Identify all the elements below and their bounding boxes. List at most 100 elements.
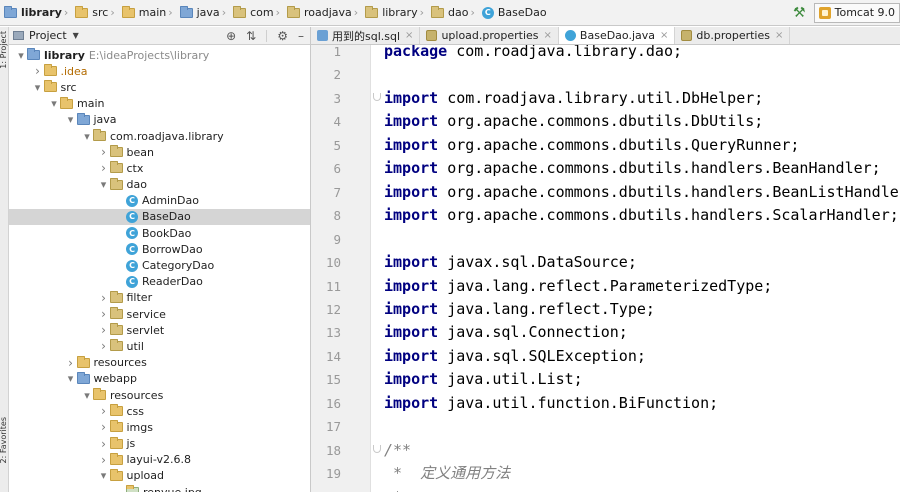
chevron-right-icon[interactable]: › (98, 420, 110, 434)
tree-item[interactable]: › imgs (9, 419, 310, 435)
favorites-tool-tab[interactable]: 2: Favorites (0, 417, 9, 463)
project-header-tools: ⊕ ⇅ ⚙ – (226, 29, 310, 43)
tree-item[interactable]: › layui-v2.6.8 (9, 452, 310, 468)
tree-item[interactable]: ▾ main (9, 96, 310, 112)
build-hammer-icon[interactable]: ⚒ (793, 5, 806, 21)
tree-item[interactable]: ▾ com.roadjava.library (9, 128, 310, 144)
project-view-title[interactable]: Project (29, 29, 67, 42)
code-editor[interactable]: 1234567891011121314151617181920 package … (311, 45, 900, 492)
chevron-down-icon[interactable]: ▾ (15, 49, 27, 62)
tree-item-label: renyue.jpg (143, 486, 202, 492)
chevron-down-icon[interactable]: ▾ (65, 372, 77, 385)
editor-tab[interactable]: BaseDao.java × (558, 27, 676, 44)
tree-item[interactable]: C CategoryDao (9, 257, 310, 273)
breadcrumb-item[interactable]: roadjava › (285, 0, 363, 25)
breadcrumb-item[interactable]: main › (120, 0, 178, 25)
code-line: import com.roadjava.library.util.DbHelpe… (384, 89, 763, 107)
tree-item[interactable]: › filter (9, 290, 310, 306)
tree-item[interactable]: ▾ src (9, 79, 310, 95)
tree-item[interactable]: › ctx (9, 160, 310, 176)
tree-item[interactable]: C ReaderDao (9, 274, 310, 290)
tree-item[interactable]: renyue.jpg (9, 484, 310, 492)
chevron-right-icon[interactable]: › (98, 161, 110, 175)
close-icon[interactable]: × (775, 30, 783, 41)
tree-item[interactable]: ▾ dao (9, 177, 310, 193)
code-text: org.apache.commons.dbutils.handlers.Bean… (438, 182, 900, 201)
code-line: import java.lang.reflect.ParameterizedTy… (384, 277, 772, 295)
fold-marker-icon[interactable] (373, 92, 381, 101)
collapse-all-icon[interactable]: ⇅ (246, 29, 256, 43)
chevron-right-icon[interactable]: › (98, 404, 110, 418)
close-icon[interactable]: × (405, 30, 413, 41)
chevron-right-icon[interactable]: › (98, 323, 110, 337)
folder-icon (43, 80, 57, 93)
breadcrumb-item[interactable]: com › (231, 0, 285, 25)
chevron-right-icon[interactable]: › (32, 64, 44, 78)
code-text: java.lang.reflect.ParameterizedType; (438, 276, 773, 295)
tree-item[interactable]: › resources (9, 355, 310, 371)
editor-tab[interactable]: db.properties × (675, 27, 791, 44)
editor-tab[interactable]: upload.properties × (420, 27, 559, 44)
tree-item[interactable]: › servlet (9, 322, 310, 338)
project-tool-tab[interactable]: 1: Project (0, 31, 9, 69)
close-icon[interactable]: × (660, 30, 668, 41)
line-number-gutter: 1234567891011121314151617181920 (311, 45, 381, 492)
chevron-right-icon: › (470, 6, 475, 19)
code-text: org.apache.commons.dbutils.handlers.Scal… (438, 206, 899, 225)
tree-item[interactable]: ▾ webapp (9, 371, 310, 387)
breadcrumb-item[interactable]: dao › (429, 0, 480, 25)
chevron-down-icon[interactable]: ▾ (48, 97, 60, 110)
breadcrumb-item[interactable]: src › (73, 0, 119, 25)
chevron-right-icon[interactable]: › (98, 453, 110, 467)
breadcrumb-item[interactable]: library › (2, 0, 73, 25)
chevron-right-icon[interactable]: › (98, 437, 110, 451)
code-line: import java.sql.SQLException; (384, 347, 646, 365)
code-comment: * (384, 488, 402, 492)
chevron-right-icon[interactable]: › (98, 291, 110, 305)
line-number: 19 (325, 466, 341, 482)
chevron-down-icon[interactable]: ▾ (65, 113, 77, 126)
tree-item[interactable]: › .idea (9, 63, 310, 79)
locate-file-icon[interactable]: ⊕ (226, 29, 236, 43)
class-icon: C (126, 194, 138, 207)
line-number: 11 (325, 278, 341, 294)
tree-item[interactable]: › service (9, 306, 310, 322)
tree-item[interactable]: ▾ resources (9, 387, 310, 403)
tree-item[interactable]: C BorrowDao (9, 241, 310, 257)
chevron-right-icon: › (353, 6, 359, 19)
tree-item[interactable]: › js (9, 436, 310, 452)
chevron-down-icon[interactable]: ▾ (32, 81, 44, 94)
editor-tab[interactable]: 用到的sql.sql × (311, 27, 421, 44)
chevron-right-icon: › (63, 6, 69, 19)
tree-item[interactable]: ▾ upload (9, 468, 310, 484)
breadcrumb-item[interactable]: library › (363, 0, 429, 25)
tree-item-label: com.roadjava.library (110, 129, 224, 143)
chevron-down-icon[interactable]: ▼ (73, 31, 79, 40)
chevron-right-icon[interactable]: › (98, 339, 110, 353)
tree-item[interactable]: C BookDao (9, 225, 310, 241)
hide-panel-icon[interactable]: – (298, 29, 304, 43)
tree-item[interactable]: ▾ library E:\ideaProjects\library (9, 47, 310, 63)
package-icon (109, 290, 123, 303)
close-icon[interactable]: × (544, 30, 552, 41)
chevron-right-icon[interactable]: › (98, 145, 110, 159)
project-tree: ▾ library E:\ideaProjects\library › .idea ▾ sr… (9, 45, 310, 492)
tree-item[interactable]: ▾ java (9, 112, 310, 128)
code-line: * (384, 488, 402, 492)
chevron-down-icon[interactable]: ▾ (98, 178, 110, 191)
tree-item[interactable]: C BaseDao (9, 208, 310, 226)
tree-item[interactable]: › util (9, 338, 310, 354)
fold-marker-icon[interactable] (373, 444, 381, 453)
chevron-down-icon[interactable]: ▾ (81, 130, 93, 143)
gear-icon[interactable]: ⚙ (277, 29, 288, 43)
chevron-down-icon[interactable]: ▾ (81, 389, 93, 402)
chevron-right-icon[interactable]: › (98, 307, 110, 321)
tree-item[interactable]: › css (9, 403, 310, 419)
breadcrumb-item[interactable]: C BaseDao (480, 0, 549, 25)
breadcrumb-item[interactable]: java › (178, 0, 231, 25)
tree-item[interactable]: C AdminDao (9, 193, 310, 209)
chevron-right-icon[interactable]: › (65, 356, 77, 370)
run-configuration-selector[interactable]: Tomcat 9.0 (813, 2, 900, 23)
chevron-down-icon[interactable]: ▾ (98, 469, 110, 482)
tree-item[interactable]: › bean (9, 144, 310, 160)
